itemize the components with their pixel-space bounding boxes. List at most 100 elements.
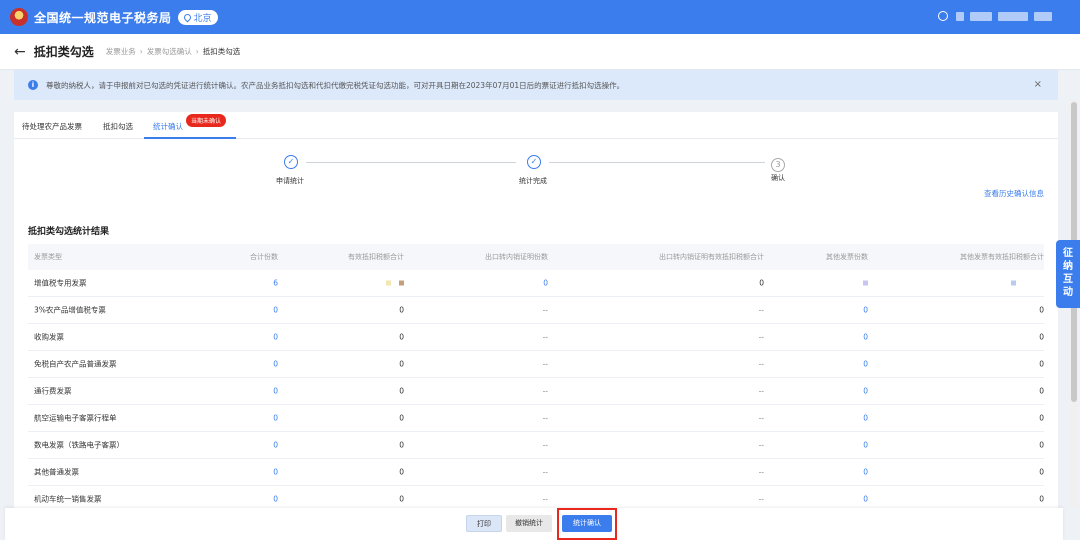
tax-value: 0 [399, 386, 404, 396]
redacted-value [863, 279, 868, 288]
info-icon: i [28, 80, 38, 90]
region-label: 北京 [193, 13, 212, 24]
table-row: 免税自产农产品普通发票 0 0 -- -- 0 0 [28, 351, 1044, 378]
table-row: 航空运输电子客票行程单 0 0 -- -- 0 0 [28, 405, 1044, 432]
top-bar: 全国统一规范电子税务局 北京 [0, 0, 1080, 34]
tax-value: 0 [399, 494, 404, 504]
export-count: -- [542, 413, 548, 423]
column-header: 合计份数 [250, 253, 278, 261]
tax-value: 0 [399, 305, 404, 315]
breadcrumb-item[interactable]: 发票业务 [106, 46, 136, 57]
redacted-user-text [998, 11, 1028, 21]
other-count-link[interactable]: 0 [863, 387, 868, 396]
print-button[interactable]: 打印 [466, 515, 502, 532]
step-label: 统计完成 [519, 177, 547, 185]
step-label: 申请统计 [276, 177, 304, 185]
export-tax-value: -- [758, 494, 764, 504]
user-info[interactable] [938, 11, 1058, 21]
export-tax-value: 0 [759, 278, 764, 288]
region-selector[interactable]: 北京 [177, 9, 218, 25]
other-tax-value: 0 [1039, 494, 1044, 504]
export-count: -- [542, 305, 548, 315]
breadcrumb-item[interactable]: 发票勾选确认 [147, 46, 192, 57]
table-row: 通行费发票 0 0 -- -- 0 0 [28, 378, 1044, 405]
tab-stat-confirm[interactable]: 统计确认 [153, 121, 183, 132]
export-count: -- [542, 359, 548, 369]
tax-value: 0 [399, 467, 404, 477]
export-count: -- [542, 332, 548, 342]
location-pin-icon [182, 12, 192, 22]
export-tax-value: -- [758, 359, 764, 369]
export-tax-value: -- [758, 386, 764, 396]
tab-pending-agri[interactable]: 待处理农产品发票 [22, 121, 82, 132]
total-count-link[interactable]: 0 [273, 495, 278, 504]
column-header: 其他发票有效抵扣税额合计 [960, 253, 1044, 261]
total-count-link[interactable]: 0 [273, 414, 278, 423]
tax-emblem-logo [10, 8, 28, 26]
table-row: 其他普通发票 0 0 -- -- 0 0 [28, 459, 1044, 486]
chevron-right-icon: › [139, 47, 143, 56]
invoice-type: 数电发票（铁路电子客票） [34, 440, 124, 450]
invoice-type: 其他普通发票 [34, 467, 79, 477]
interaction-float-tab[interactable]: 征纳互动 [1056, 240, 1080, 308]
other-count-link[interactable]: 0 [863, 468, 868, 477]
export-count: -- [542, 494, 548, 504]
total-count-link[interactable]: 0 [273, 387, 278, 396]
table-row: 数电发票（铁路电子客票） 0 0 -- -- 0 0 [28, 432, 1044, 459]
invoice-type: 通行费发票 [34, 386, 72, 396]
step-connector [306, 162, 516, 163]
bottom-action-bar: 打印 撤销统计 统计确认 [5, 508, 1063, 540]
column-header: 出口转内销证明份数 [485, 253, 548, 261]
other-count-link[interactable]: 0 [863, 360, 868, 369]
total-count-link[interactable]: 0 [273, 441, 278, 450]
arrow-left-icon[interactable]: ← [14, 44, 26, 60]
total-count-link[interactable]: 0 [273, 360, 278, 369]
export-tax-value: -- [758, 413, 764, 423]
other-tax-value: 0 [1039, 413, 1044, 423]
step-done-icon: ✓ [284, 155, 298, 169]
revoke-stat-button[interactable]: 撤销统计 [506, 515, 552, 532]
invoice-type: 增值税专用发票 [34, 278, 87, 288]
export-count: -- [542, 467, 548, 477]
other-count-link[interactable]: 0 [863, 306, 868, 315]
export-count-link[interactable]: 0 [543, 279, 548, 288]
tax-value: 0 [399, 413, 404, 423]
other-count-link[interactable]: 0 [863, 495, 868, 504]
system-title: 全国统一规范电子税务局 [34, 10, 172, 25]
other-count-link[interactable]: 0 [863, 414, 868, 423]
invoice-type: 3%农产品增值税专票 [34, 305, 106, 315]
total-count-link[interactable]: 6 [273, 279, 278, 288]
step-number-icon: 3 [771, 158, 785, 172]
confirm-stat-button[interactable]: 统计确认 [562, 515, 612, 532]
content-card: 待处理农产品发票 抵扣勾选 统计确认 当期未确认 ✓ ✓ 3 申请统计 统计完成… [14, 112, 1058, 540]
active-tab-indicator [144, 137, 236, 139]
total-count-link[interactable]: 0 [273, 468, 278, 477]
other-count-link[interactable]: 0 [863, 441, 868, 450]
close-icon[interactable]: × [1034, 79, 1042, 90]
tab-bar: 待处理农产品发票 抵扣勾选 统计确认 当期未确认 [14, 112, 1058, 139]
total-count-link[interactable]: 0 [273, 333, 278, 342]
redacted-user-text [956, 11, 964, 21]
table-row: 收购发票 0 0 -- -- 0 0 [28, 324, 1044, 351]
export-count: -- [542, 440, 548, 450]
table-header: 发票类型 合计份数 有效抵扣税额合计 出口转内销证明份数 出口转内销证明有效抵扣… [28, 244, 1044, 270]
export-tax-value: -- [758, 440, 764, 450]
export-count: -- [542, 386, 548, 396]
column-header: 其他发票份数 [826, 253, 868, 261]
notice-text: 尊敬的纳税人，请于申报前对已勾选的凭证进行统计确认。农产品业务抵扣勾选和代扣代缴… [46, 80, 625, 90]
tab-deduction-select[interactable]: 抵扣勾选 [103, 121, 133, 132]
total-count-link[interactable]: 0 [273, 306, 278, 315]
float-tab-label: 征纳互动 [1063, 248, 1073, 298]
redacted-user-text [970, 11, 992, 21]
invoice-type: 机动车统一销售发票 [34, 494, 102, 504]
view-history-link[interactable]: 查看历史确认信息 [984, 188, 1044, 199]
section-title: 抵扣类勾选统计结果 [28, 227, 110, 237]
page-header: ← 抵扣类勾选 发票业务 › 发票勾选确认 › 抵扣类勾选 [0, 34, 1080, 70]
tax-value: 0 [399, 440, 404, 450]
redacted-user-text [1034, 11, 1052, 21]
status-badge: 当期未确认 [186, 114, 227, 127]
step-done-icon: ✓ [527, 155, 541, 169]
invoice-type: 航空运输电子客票行程单 [34, 413, 117, 423]
column-header: 有效抵扣税额合计 [348, 253, 404, 261]
other-count-link[interactable]: 0 [863, 333, 868, 342]
